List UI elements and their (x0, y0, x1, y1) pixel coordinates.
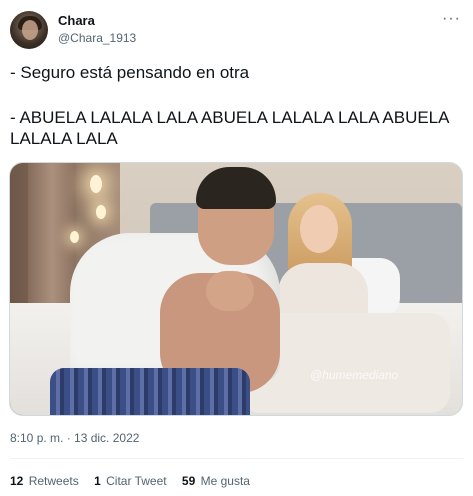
photo-man-hair (196, 167, 276, 209)
retweets-label: Retweets (28, 474, 79, 488)
tweet-line-1: - Seguro está pensando en otra (10, 63, 250, 82)
quotes-count: 1 (94, 474, 101, 488)
photo-man-hands (206, 271, 254, 311)
display-name[interactable]: Chara (58, 13, 95, 28)
photo-man-shorts (50, 368, 250, 415)
tweet-text: - Seguro está pensando en otra - ABUELA … (10, 62, 465, 149)
photo-light (70, 231, 79, 243)
likes-count: 59 (181, 474, 196, 488)
photo-woman-face (300, 205, 338, 253)
retweets-stat[interactable]: 12 Retweets (10, 474, 79, 488)
retweets-count: 12 (10, 474, 24, 488)
quotes-stat[interactable]: 1 Citar Tweet (94, 474, 167, 488)
photo-light (96, 205, 106, 219)
quotes-label: Citar Tweet (106, 474, 167, 488)
avatar-face (22, 20, 38, 40)
likes-stat[interactable]: 59 Me gusta (182, 474, 250, 488)
tweet-line-2: - ABUELA LALALA LALA ABUELA LALALA LALA … (10, 108, 449, 148)
tweet-stats: 12 Retweets 1 Citar Tweet 59 Me gusta (10, 474, 262, 488)
tweet-timestamp[interactable]: 8:10 p. m. · 13 dic. 2022 (10, 431, 139, 445)
user-handle[interactable]: @Chara_1913 (58, 31, 136, 45)
tweet-header: Chara @Chara_1913 ··· (0, 0, 473, 60)
photo-light (90, 175, 102, 193)
tweet-media-photo[interactable]: @humemediano (9, 162, 463, 416)
photo-watermark: @humemediano (310, 368, 399, 382)
avatar[interactable] (10, 11, 48, 49)
likes-label: Me gusta (200, 474, 250, 488)
divider (10, 458, 463, 459)
more-icon[interactable]: ··· (442, 10, 461, 28)
